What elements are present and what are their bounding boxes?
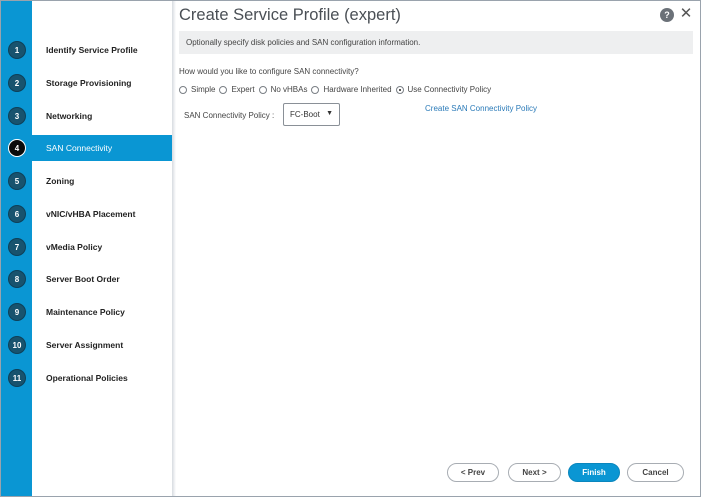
step-networking[interactable]: 3 Networking: [1, 103, 172, 129]
radio-button[interactable]: [395, 85, 404, 94]
prev-button[interactable]: < Prev: [447, 463, 499, 482]
step-label: vNIC/vHBA Placement: [46, 209, 136, 219]
step-maintenance-policy[interactable]: 9 Maintenance Policy: [1, 299, 172, 325]
step-operational-policies[interactable]: 11 Operational Policies: [1, 365, 172, 391]
finish-button[interactable]: Finish: [568, 463, 620, 482]
step-san-connectivity[interactable]: 4 SAN Connectivity: [1, 135, 172, 161]
info-banner: Optionally specify disk policies and SAN…: [179, 31, 693, 54]
radio-label: Use Connectivity Policy: [407, 85, 492, 94]
step-zoning[interactable]: 5 Zoning: [1, 168, 172, 194]
radio-no-vhbas[interactable]: No vHBAs: [258, 85, 308, 94]
step-label: Zoning: [46, 176, 75, 186]
san-config-radio-group: Simple Expert No vHBAs Hardware Inherite…: [179, 83, 495, 96]
help-icon[interactable]: ?: [660, 8, 674, 22]
radio-use-connectivity-policy[interactable]: Use Connectivity Policy: [395, 85, 492, 94]
san-connectivity-policy-select[interactable]: FC-Boot ▼: [283, 103, 340, 126]
step-number-badge: 5: [9, 173, 25, 189]
step-number-badge: 1: [9, 42, 25, 58]
close-icon[interactable]: ✕: [679, 5, 693, 23]
step-number-badge: 9: [9, 304, 25, 320]
step-identify-service-profile[interactable]: 1 Identify Service Profile: [1, 37, 172, 63]
radio-button[interactable]: [219, 85, 228, 94]
step-label: SAN Connectivity: [46, 143, 113, 153]
dropdown-arrow-icon: ▼: [326, 110, 333, 117]
step-label: vMedia Policy: [46, 242, 103, 252]
radio-button[interactable]: [179, 85, 187, 94]
create-service-profile-dialog: 1 Identify Service Profile 2 Storage Pro…: [0, 0, 701, 497]
step-label: Operational Policies: [46, 373, 128, 383]
step-label: Server Assignment: [46, 340, 124, 350]
step-number-badge: 3: [9, 108, 25, 124]
step-label: Server Boot Order: [46, 274, 120, 284]
step-number-badge: 10: [9, 337, 25, 353]
radio-label: No vHBAs: [270, 85, 308, 94]
step-label: Storage Provisioning: [46, 78, 132, 88]
select-value: FC-Boot: [290, 110, 320, 119]
step-number-badge: 6: [9, 206, 25, 222]
step-label: Identify Service Profile: [46, 45, 138, 55]
radio-hardware-inherited[interactable]: Hardware Inherited: [311, 85, 392, 94]
step-server-boot-order[interactable]: 8 Server Boot Order: [1, 266, 172, 292]
dialog-title: Create Service Profile (expert): [179, 6, 401, 24]
step-number-badge: 11: [9, 370, 25, 386]
next-button[interactable]: Next >: [508, 463, 561, 482]
step-label: Maintenance Policy: [46, 307, 125, 317]
radio-label: Simple: [191, 85, 216, 94]
radio-label: Expert: [231, 85, 255, 94]
san-question: How would you like to configure SAN conn…: [179, 67, 359, 76]
san-connectivity-policy-label: SAN Connectivity Policy :: [184, 111, 275, 120]
radio-simple[interactable]: Simple: [179, 85, 215, 94]
radio-expert[interactable]: Expert: [219, 85, 255, 94]
steps-divider: [172, 1, 176, 496]
step-storage-provisioning[interactable]: 2 Storage Provisioning: [1, 70, 172, 96]
cancel-button[interactable]: Cancel: [627, 463, 684, 482]
step-vnic-vhba-placement[interactable]: 6 vNIC/vHBA Placement: [1, 201, 172, 227]
step-server-assignment[interactable]: 10 Server Assignment: [1, 332, 172, 358]
step-vmedia-policy[interactable]: 7 vMedia Policy: [1, 234, 172, 260]
step-number-badge: 4: [9, 140, 25, 156]
radio-label: Hardware Inherited: [323, 85, 392, 94]
radio-button[interactable]: [258, 85, 267, 94]
step-number-badge: 8: [9, 271, 25, 287]
create-san-connectivity-policy-link[interactable]: Create SAN Connectivity Policy: [425, 104, 537, 113]
step-label: Networking: [46, 111, 93, 121]
step-number-badge: 2: [9, 75, 25, 91]
radio-button[interactable]: [311, 85, 320, 94]
step-number-badge: 7: [9, 239, 25, 255]
